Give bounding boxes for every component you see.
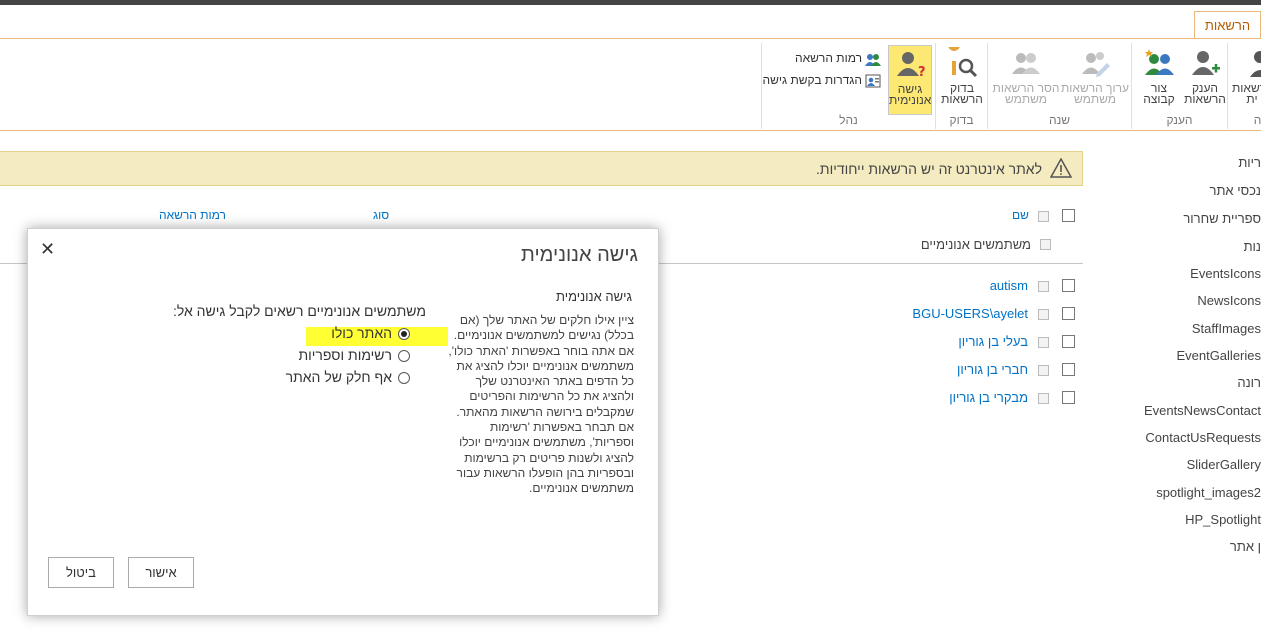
ok-button[interactable]: אישור	[128, 557, 194, 588]
create-group-button[interactable]: צור קבוצה	[1136, 47, 1182, 105]
svg-text:?: ?	[918, 65, 926, 80]
column-header-type[interactable]: סוג	[373, 208, 389, 222]
row-checkbox[interactable]	[1062, 363, 1075, 376]
cancel-button[interactable]: ביטול	[48, 557, 114, 588]
edge-button[interactable]: הרשאות ית	[1232, 47, 1261, 105]
user-icon	[1250, 51, 1261, 77]
nav-item[interactable]: NewsIcons	[1197, 293, 1261, 308]
section-description: ציין אילו חלקים של האתר שלך (אם בכלל) נג…	[448, 313, 634, 496]
ribbon-group-check: בדוק הרשאות בדוק	[935, 43, 987, 129]
nav-item[interactable]: ן אתר	[1230, 539, 1261, 554]
table-row[interactable]: BGU-USERS\ayelet	[912, 306, 1028, 321]
option-nothing[interactable]: אף חלק של האתר	[286, 369, 410, 385]
warning-icon	[1049, 157, 1073, 181]
table-row[interactable]: חברי בן גוריון	[957, 362, 1028, 377]
ribbon: הרשאות ית ה צור קבוצה הענק הרשאות הענק	[0, 38, 1261, 131]
nav-item[interactable]: spotlight_images2	[1156, 485, 1261, 500]
table-row[interactable]: בעלי בן גוריון	[958, 334, 1028, 349]
grant-user-icon	[1192, 51, 1220, 75]
permission-levels-button[interactable]: רמות הרשאה	[795, 51, 881, 67]
ribbon-group-edge: הרשאות ית ה	[1227, 43, 1261, 129]
grant-permissions-button[interactable]: הענק הרשאות	[1182, 47, 1228, 105]
option-entire-site[interactable]: האתר כולו	[331, 325, 410, 341]
dialog-title: גישה אנונימית	[521, 244, 638, 266]
anonymous-users-row: משתמשים אנונימיים	[920, 237, 1031, 252]
edit-users-icon	[1082, 52, 1110, 77]
options-title: משתמשים אנונימיים רשאים לקבל גישה אל:	[172, 303, 426, 319]
row-checkbox-small[interactable]	[1038, 393, 1049, 404]
nav-item[interactable]: StaffImages	[1192, 321, 1261, 336]
ribbon-group-grant: צור קבוצה הענק הרשאות הענק	[1131, 43, 1227, 129]
remove-user-permissions-button[interactable]: הסר הרשאות משתמש	[992, 47, 1060, 105]
create-group-icon	[1145, 49, 1174, 75]
ribbon-tabstrip: הרשאות	[0, 5, 1261, 40]
option-lists-libraries[interactable]: רשימות וספריות	[298, 347, 410, 363]
check-permissions-button[interactable]: בדוק הרשאות	[938, 47, 986, 105]
row-checkbox-small[interactable]	[1038, 309, 1049, 320]
edit-user-permissions-button[interactable]: ערוך הרשאות משתמש	[1060, 47, 1130, 105]
nav-item[interactable]: רונה	[1237, 375, 1261, 390]
section-title: גישה אנונימית	[555, 289, 632, 304]
nav-item[interactable]: ספריית שחרור	[1183, 211, 1261, 226]
nav-item[interactable]: SliderGallery	[1187, 457, 1261, 472]
nav-item[interactable]: נכסי אתר	[1210, 183, 1261, 198]
nav-item[interactable]: נות	[1244, 239, 1261, 254]
row-checkbox[interactable]	[1040, 239, 1051, 250]
nav-item[interactable]: ContactUsRequests	[1145, 430, 1261, 445]
row-checkbox[interactable]	[1062, 391, 1075, 404]
select-all-checkbox[interactable]	[1062, 209, 1075, 222]
row-checkbox[interactable]	[1062, 335, 1075, 348]
anonymous-access-button[interactable]: ? גישה אנונימית	[888, 45, 932, 115]
ribbon-group-manage: ? גישה אנונימית רמות הרשאה הגדרות בקשת ג…	[761, 43, 935, 129]
close-icon[interactable]: ✕	[40, 239, 55, 260]
check-permissions-icon	[948, 47, 978, 78]
row-checkbox-small[interactable]	[1038, 281, 1049, 292]
row-checkbox-small[interactable]	[1038, 365, 1049, 376]
table-row[interactable]: מבקרי בן גוריון	[949, 390, 1028, 405]
unique-permissions-warning: לאתר אינטרנט זה יש הרשאות ייחודיות.	[0, 151, 1083, 186]
nav-item[interactable]: HP_Spotlight	[1185, 512, 1261, 527]
nav-item[interactable]: EventsNewsContact	[1144, 403, 1261, 418]
permission-levels-icon	[865, 51, 881, 67]
radio-entire-site[interactable]	[398, 328, 410, 341]
nav-item[interactable]: EventsIcons	[1190, 266, 1261, 281]
table-row[interactable]: autism	[990, 278, 1028, 293]
nav-item[interactable]: ריות	[1238, 155, 1261, 170]
radio-lists-libraries[interactable]	[398, 350, 410, 363]
row-checkbox-small[interactable]	[1038, 337, 1049, 348]
anonymous-user-icon: ?	[897, 52, 926, 80]
radio-nothing[interactable]	[398, 372, 410, 385]
row-checkbox[interactable]	[1062, 307, 1075, 320]
ribbon-group-modify: הסר הרשאות משתמש ערוך הרשאות משתמש שנה	[987, 43, 1131, 129]
nav-item[interactable]: EventGalleries	[1176, 348, 1261, 363]
tab-permissions[interactable]: הרשאות	[1194, 11, 1261, 40]
access-request-icon	[865, 73, 881, 89]
access-request-settings-button[interactable]: הגדרות בקשת גישה	[763, 73, 881, 89]
anonymous-access-dialog: גישה אנונימית ✕ גישה אנונימית ציין אילו …	[27, 228, 659, 616]
row-checkbox[interactable]	[1062, 279, 1075, 292]
remove-users-icon	[1012, 53, 1040, 74]
column-header-permission-levels[interactable]: רמות הרשאה	[159, 208, 226, 222]
column-header-name[interactable]: שם	[1012, 208, 1029, 222]
header-checkbox[interactable]	[1038, 211, 1049, 222]
